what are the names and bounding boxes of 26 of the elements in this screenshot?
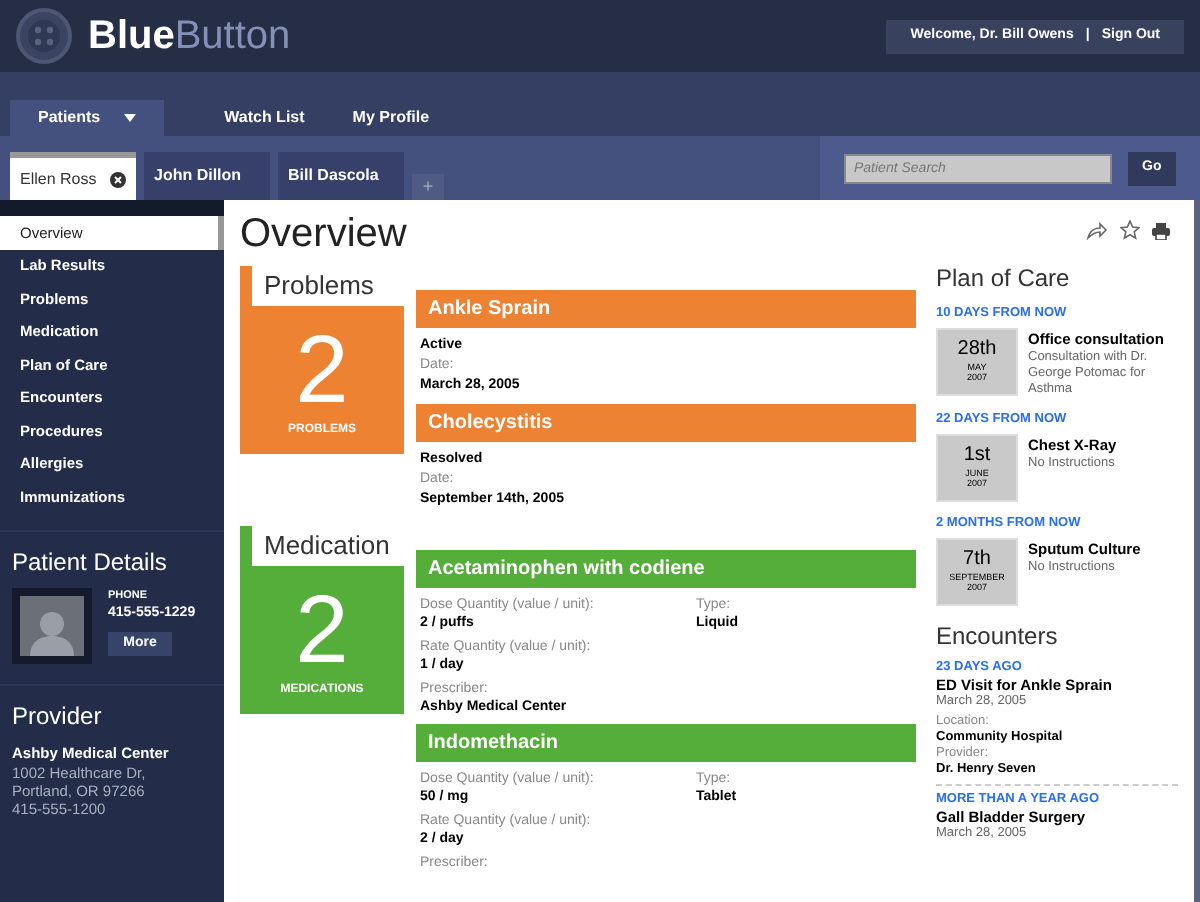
- section-heading: Patient Details: [12, 545, 169, 579]
- button-logo-icon: [16, 8, 72, 64]
- section-accent-bar: [240, 266, 252, 306]
- problem-title-bar: Cholecystitis: [416, 404, 916, 442]
- logo-text: BlueButton: [88, 16, 291, 56]
- nav-tab[interactable]: Watch List: [200, 100, 329, 136]
- section-title: Problems: [262, 268, 374, 304]
- print-icon[interactable]: [1152, 221, 1170, 239]
- section-accent-bar: [240, 526, 252, 566]
- patient-tab[interactable]: Ellen Ross: [10, 152, 136, 200]
- nav-tab[interactable]: My Profile: [328, 100, 454, 136]
- star-icon[interactable]: [1120, 220, 1140, 240]
- medication-title-bar: Indomethacin: [416, 724, 916, 762]
- patient-tab[interactable]: Bill Dascola: [278, 152, 404, 200]
- section-heading: Encounters: [936, 619, 1060, 653]
- problem-title-bar: Ankle Sprain: [416, 290, 916, 328]
- share-icon[interactable]: [1086, 221, 1108, 239]
- patient-tab[interactable]: John Dillon: [144, 152, 270, 200]
- close-icon[interactable]: [110, 171, 126, 187]
- section-title: Medication: [262, 528, 390, 564]
- section-heading: Provider: [12, 699, 104, 733]
- medication-title-bar: Acetaminophen with codiene: [416, 550, 916, 588]
- section-heading: Plan of Care: [936, 262, 1072, 296]
- nav-tab[interactable]: Patients: [10, 100, 165, 136]
- photo-placeholder: [12, 587, 92, 663]
- page-title: Overview: [240, 210, 409, 260]
